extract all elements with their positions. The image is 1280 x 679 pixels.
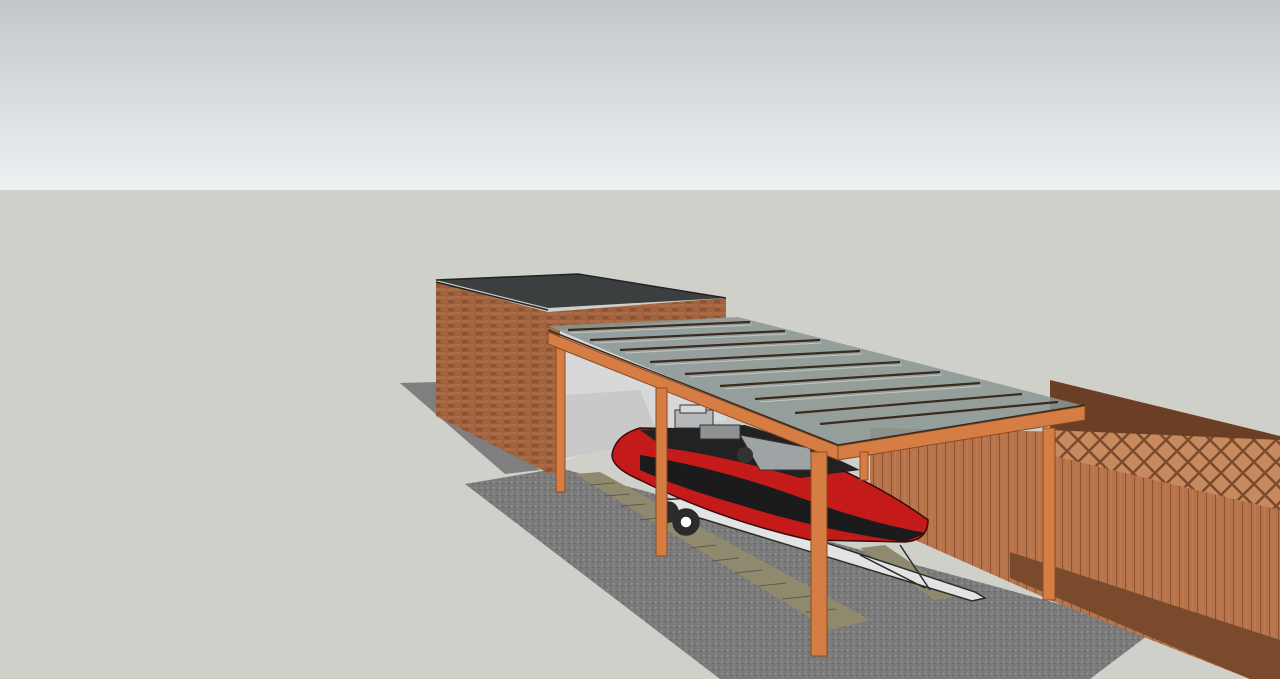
- carport-post: [810, 451, 828, 657]
- carport-post: [1042, 427, 1056, 601]
- carport-post: [655, 387, 668, 557]
- sky: [0, 0, 1280, 190]
- carport-post: [859, 451, 869, 481]
- sketchup-viewport[interactable]: [0, 0, 1280, 679]
- boat-seat: [737, 447, 753, 463]
- carport-post: [555, 339, 566, 493]
